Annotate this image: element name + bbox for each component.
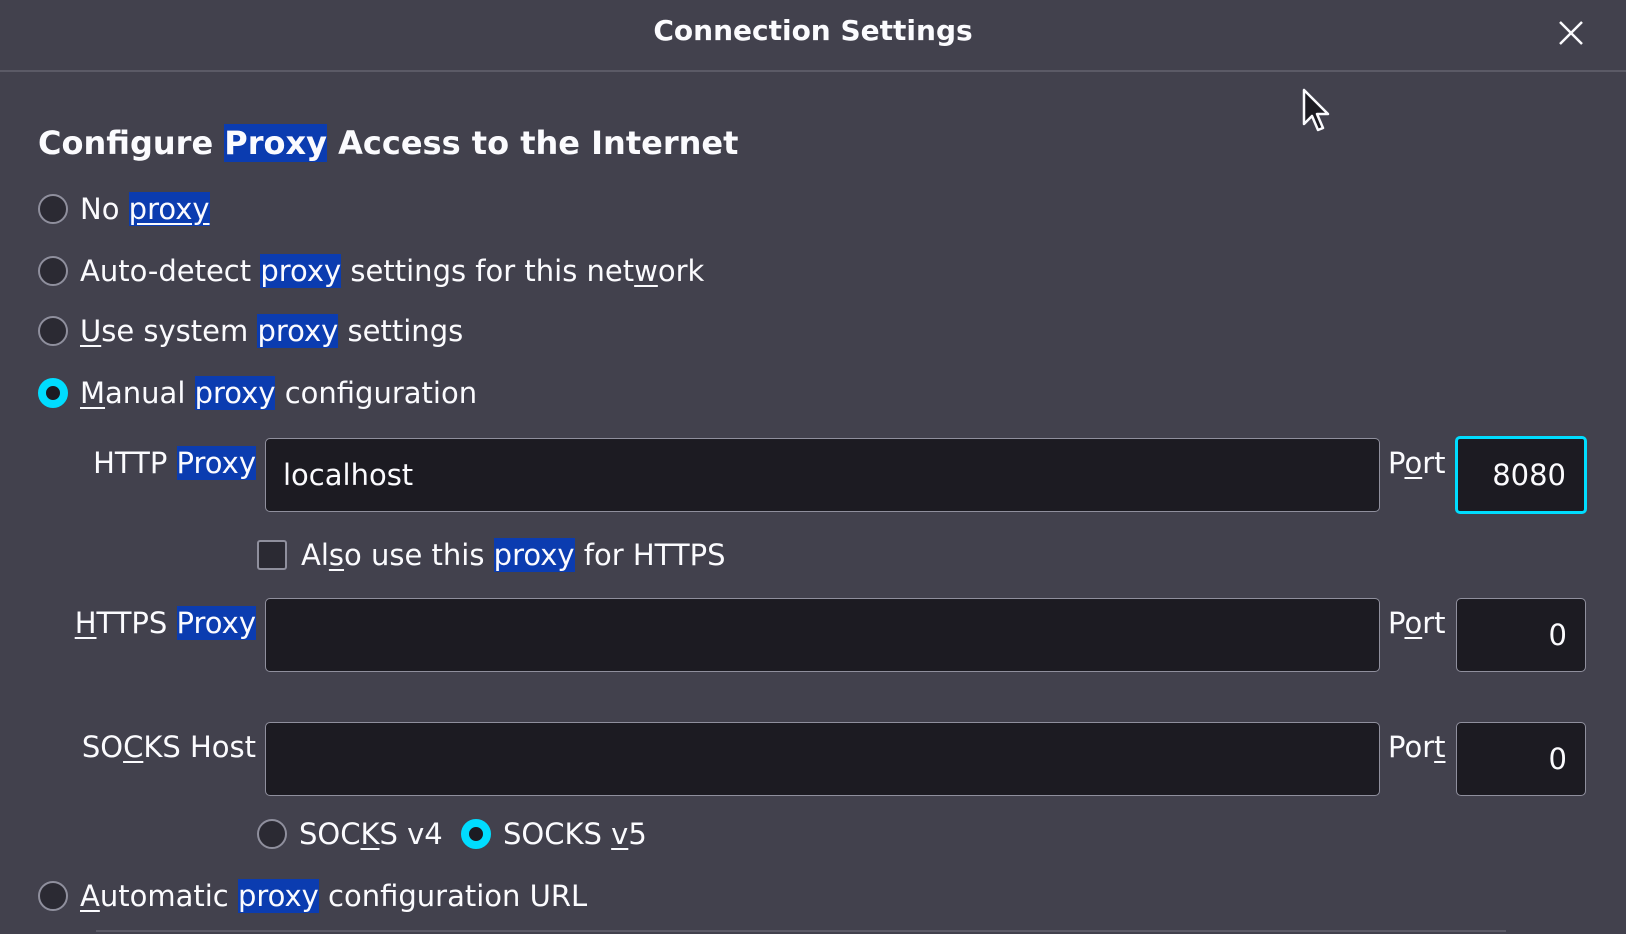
radio-label: SOCKS v4 <box>299 817 443 851</box>
radio-automatic-proxy-url[interactable]: Automatic proxy configuration URL <box>38 879 587 913</box>
radio-label: SOCKS v5 <box>503 817 647 851</box>
radio-button[interactable] <box>38 194 68 224</box>
radio-label: No proxy <box>80 192 210 226</box>
close-icon <box>1559 21 1583 45</box>
radio-system-proxy[interactable]: Use system proxy settings <box>38 314 463 348</box>
http-port-label: Port <box>1388 446 1446 480</box>
checkbox-label: Also use this proxy for HTTPS <box>301 538 726 572</box>
radio-label: Manual proxy configuration <box>80 376 478 410</box>
socks-host-input[interactable] <box>265 722 1380 796</box>
radio-manual-proxy[interactable]: Manual proxy configuration <box>38 376 477 410</box>
dialog-title: Connection Settings <box>653 14 973 47</box>
checkbox[interactable] <box>257 540 287 570</box>
section-heading: Configure Proxy Access to the Internet <box>38 124 739 162</box>
radio-button[interactable] <box>38 256 68 286</box>
radio-label: Automatic proxy configuration URL <box>80 879 588 913</box>
https-port-input[interactable] <box>1456 598 1586 672</box>
radio-auto-detect[interactable]: Auto-detect proxy settings for this netw… <box>38 254 704 288</box>
checkbox-also-https[interactable]: Also use this proxy for HTTPS <box>257 538 725 572</box>
radio-no-proxy[interactable]: No proxy <box>38 192 210 226</box>
close-button[interactable] <box>1552 14 1590 52</box>
radio-socks-v4[interactable]: SOCKS v4 <box>257 817 443 851</box>
connection-settings-dialog: Connection Settings Configure Proxy Acce… <box>0 0 1626 934</box>
bottom-divider <box>96 930 1506 932</box>
socks-host-label: SOCKS Host <box>81 730 256 764</box>
socks-port-label: Port <box>1388 730 1446 764</box>
radio-label: Auto-detect proxy settings for this netw… <box>80 254 705 288</box>
mouse-cursor-icon <box>1302 88 1330 132</box>
radio-button[interactable] <box>38 881 68 911</box>
socks-port-input[interactable] <box>1456 722 1586 796</box>
radio-label: Use system proxy settings <box>80 314 464 348</box>
radio-socks-v5[interactable]: SOCKS v5 <box>461 817 647 851</box>
https-proxy-input[interactable] <box>265 598 1380 672</box>
radio-button[interactable] <box>38 316 68 346</box>
radio-button-selected[interactable] <box>38 378 68 408</box>
http-proxy-input[interactable] <box>265 438 1380 512</box>
radio-button-selected[interactable] <box>461 819 491 849</box>
https-proxy-label: HTTPS Proxy <box>74 606 256 640</box>
http-proxy-label: HTTP Proxy <box>93 446 256 480</box>
http-port-input[interactable] <box>1455 436 1587 514</box>
radio-button[interactable] <box>257 819 287 849</box>
https-port-label: Port <box>1388 606 1446 640</box>
dialog-titlebar: Connection Settings <box>0 0 1626 72</box>
